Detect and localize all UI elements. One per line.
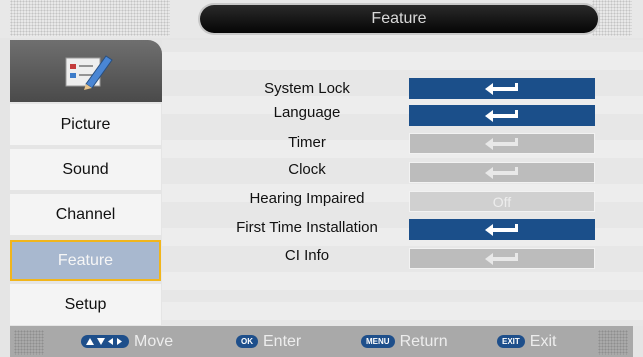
row-band: [162, 272, 643, 290]
enter-arrow-icon: [485, 82, 518, 95]
checklist-pencil-icon: [65, 55, 113, 90]
sidebar-item-sound[interactable]: Sound: [10, 149, 161, 190]
move-hint-label: Move: [134, 332, 174, 350]
bottom-right-dot-pattern: [598, 330, 628, 355]
arrows-icon: [81, 335, 129, 348]
enter-arrow-icon: [485, 223, 518, 236]
enter-arrow-icon: [485, 252, 518, 265]
return-hint-label: Return: [399, 332, 448, 350]
system-lock-enter-button[interactable]: [409, 78, 595, 99]
enter-hint: OK Enter: [236, 326, 301, 357]
timer-enter-button[interactable]: [409, 133, 595, 154]
menu-button-icon: MENU: [361, 335, 395, 348]
move-hint: Move: [81, 326, 173, 357]
exit-button-icon: EXIT: [497, 335, 525, 348]
ok-button-icon: OK: [236, 335, 258, 348]
exit-hint-label: Exit: [529, 332, 557, 350]
page-title: Feature: [200, 5, 598, 33]
feature-icon-tile: [10, 40, 162, 102]
sidebar-item-feature[interactable]: Feature: [10, 240, 161, 281]
row-band: [162, 52, 643, 70]
option-label-system-lock: System Lock: [264, 80, 350, 97]
option-label-clock: Clock: [288, 161, 326, 178]
option-label-language: Language: [273, 104, 341, 121]
option-label-first-time-installation: First Time Installation: [236, 219, 378, 236]
top-right-dot-pattern: [592, 0, 632, 36]
option-label-hearing-impaired: Hearing Impaired: [249, 190, 365, 207]
enter-arrow-icon: [485, 137, 518, 150]
exit-hint: EXIT Exit: [497, 326, 556, 357]
clock-enter-button[interactable]: [409, 162, 595, 183]
sidebar-item-setup[interactable]: Setup: [10, 284, 161, 325]
ci-info-enter-button[interactable]: [409, 248, 595, 269]
enter-arrow-icon: [485, 109, 518, 122]
first-time-installation-enter-button[interactable]: [409, 219, 595, 240]
return-hint: MENU Return: [361, 326, 448, 357]
sidebar-item-channel[interactable]: Channel: [10, 194, 161, 235]
option-label-timer: Timer: [288, 134, 326, 151]
sidebar-item-picture[interactable]: Picture: [10, 104, 161, 145]
direction-arrows-icon: [86, 338, 122, 345]
enter-arrow-icon: [485, 166, 518, 179]
hearing-impaired-value: Off: [409, 191, 595, 212]
option-label-ci-info: CI Info: [284, 247, 330, 264]
bottom-left-dot-pattern: [14, 330, 44, 355]
enter-hint-label: Enter: [263, 332, 302, 350]
language-enter-button[interactable]: [409, 105, 595, 126]
top-left-dot-pattern: [10, 0, 170, 36]
row-band: [162, 302, 643, 320]
